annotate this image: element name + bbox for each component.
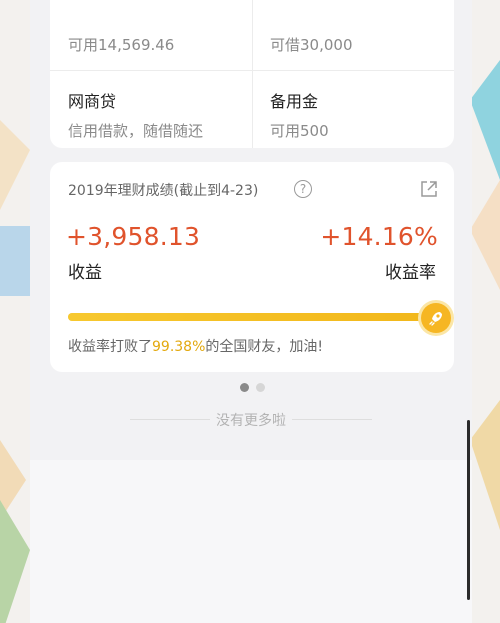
no-more-text: 没有更多啦 xyxy=(216,413,286,429)
panel-lower-bg xyxy=(30,460,472,623)
ranking-text: 收益率打败了99.38%的全国财友，加油! xyxy=(68,336,323,356)
divider xyxy=(292,419,372,420)
scrollbar[interactable] xyxy=(467,420,470,600)
rocket-icon xyxy=(420,303,451,333)
content-panel: 可用14,569.46 可借30,000 网商贷 信用借款，随借随还 备用金 可… xyxy=(30,0,472,623)
service-title: 网商贷 xyxy=(68,92,117,111)
ranking-suffix: 的全国财友，加油! xyxy=(205,339,324,355)
credit-service-beiyongjin[interactable]: 备用金 可用500 xyxy=(270,88,472,141)
return-rate-label: 收益率 xyxy=(385,263,436,283)
performance-title: 2019年理财成绩(截止到4-23) xyxy=(68,183,259,199)
credit-available-text: 可用14,569.46 xyxy=(68,36,175,54)
page-indicator xyxy=(240,383,270,393)
credit-service-jiebei[interactable]: 可借30,000 xyxy=(270,0,472,55)
service-subtitle: 可用500 xyxy=(270,122,329,140)
divider xyxy=(130,419,210,420)
service-title: 备用金 xyxy=(270,92,319,111)
investment-performance-card[interactable]: 2019年理财成绩(截止到4-23) ? +3,958.13 +14.16% 收… xyxy=(50,162,454,372)
ranking-prefix: 收益率打败了 xyxy=(68,339,152,355)
page-dot[interactable] xyxy=(256,383,265,392)
profit-label: 收益 xyxy=(68,263,102,283)
background-shape xyxy=(470,180,500,290)
return-rate-value: +14.16% xyxy=(320,222,438,251)
background-shape xyxy=(0,500,30,623)
background-shape xyxy=(0,226,30,296)
background-shape xyxy=(470,400,500,530)
service-subtitle: 信用借款，随借随还 xyxy=(68,122,204,140)
profit-value: +3,958.13 xyxy=(66,222,201,251)
background-shape xyxy=(470,60,500,180)
credit-borrowable-text: 可借30,000 xyxy=(270,36,353,54)
credit-services-card: 可用14,569.46 可借30,000 网商贷 信用借款，随借随还 备用金 可… xyxy=(50,0,454,148)
help-icon[interactable]: ? xyxy=(294,180,312,198)
page-dot-active[interactable] xyxy=(240,383,249,392)
share-icon[interactable] xyxy=(420,180,438,198)
credit-service-huabei[interactable]: 可用14,569.46 xyxy=(68,0,270,55)
divider xyxy=(50,70,454,71)
ranking-percent: 99.38% xyxy=(152,339,206,355)
background-shape xyxy=(0,120,30,210)
credit-service-wangshangdai[interactable]: 网商贷 信用借款，随借随还 xyxy=(68,88,270,141)
ranking-progress-fill xyxy=(68,313,436,321)
ranking-progress-bar xyxy=(68,313,438,321)
